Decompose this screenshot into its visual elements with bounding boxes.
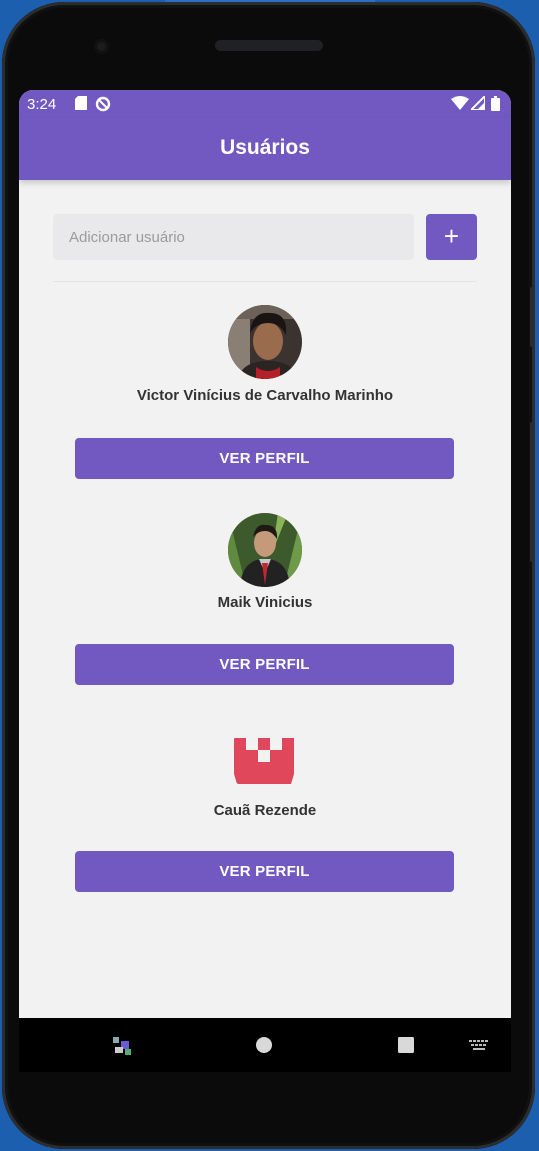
user-avatar[interactable] (228, 513, 302, 587)
keyboard-icon[interactable] (469, 1039, 489, 1057)
app-thumbnail-icon[interactable] (111, 1035, 133, 1062)
view-profile-button[interactable]: VER PERFIL (75, 851, 454, 892)
add-user-button[interactable]: + (426, 214, 477, 260)
navigation-bar (19, 1018, 511, 1072)
recents-icon[interactable] (398, 1037, 414, 1058)
status-bar: 3:24 (19, 90, 511, 118)
home-icon[interactable] (256, 1037, 272, 1058)
view-profile-button[interactable]: VER PERFIL (75, 644, 454, 685)
battery-icon (491, 96, 500, 115)
view-profile-button[interactable]: VER PERFIL (75, 438, 454, 479)
app-bar: Usuários (19, 118, 511, 180)
add-user-input[interactable] (53, 214, 414, 260)
volume-button (530, 287, 535, 347)
add-user-form: + (53, 214, 477, 260)
power-button (530, 422, 535, 562)
user-name: Maik Vinicius (217, 594, 313, 611)
sd-card-icon (75, 96, 87, 114)
status-time: 3:24 (27, 96, 57, 113)
signal-icon (468, 93, 486, 114)
app-screen: 3:24 Usuários + (19, 90, 511, 1072)
user-avatar[interactable] (228, 305, 302, 379)
form-divider (53, 281, 477, 282)
earpiece-speaker (215, 40, 323, 51)
user-avatar[interactable] (228, 722, 302, 796)
page-title: Usuários (220, 136, 310, 159)
data-saver-icon (95, 96, 111, 116)
user-name: Victor Vinícius de Carvalho Marinho (136, 387, 394, 404)
user-name: Cauã Rezende (213, 802, 317, 819)
front-camera (94, 39, 109, 54)
wifi-icon (451, 96, 469, 114)
